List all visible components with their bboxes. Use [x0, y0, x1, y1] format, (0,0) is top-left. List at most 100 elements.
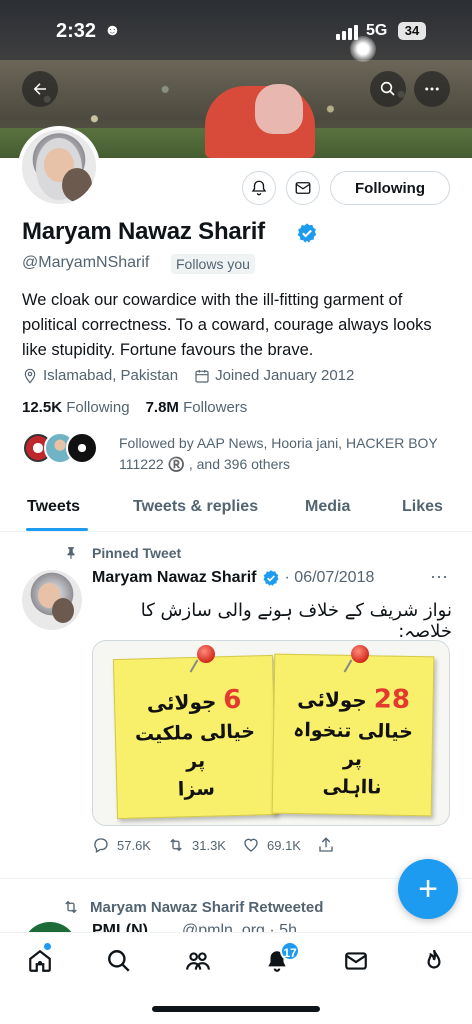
profile-handle: @MaryamNSharif	[22, 254, 150, 271]
heart-icon	[244, 838, 258, 852]
tweet-avatar[interactable]	[22, 570, 82, 630]
pin-icon	[67, 547, 75, 559]
battery-icon: 34	[398, 22, 426, 40]
home-unread-dot	[44, 943, 51, 950]
pushpin-icon	[351, 645, 369, 663]
note-left-date: جولائی	[146, 689, 217, 716]
flame-icon	[427, 949, 441, 969]
signal-icon	[336, 24, 358, 40]
following-link[interactable]: 12.5K Following	[22, 399, 130, 416]
nav-search[interactable]	[105, 947, 133, 975]
followers-you-know-avatars[interactable]	[22, 432, 98, 464]
tweet-more-icon[interactable]: ···	[430, 566, 448, 587]
back-button[interactable]	[22, 71, 58, 107]
tweet-media-image[interactable]: 6 جولائی خیالی ملکیت پر سزا 28 جولائی خی…	[92, 640, 450, 826]
nav-messages[interactable]	[342, 947, 370, 975]
profile-name: Maryam Nawaz Sharif	[22, 218, 265, 245]
location-pin-icon	[24, 368, 36, 384]
more-options-button[interactable]	[414, 71, 450, 107]
like-count: 69.1K	[267, 837, 301, 853]
following-button[interactable]: Following	[330, 171, 450, 205]
tweet-text: نواز شریف کے خلاف ہونے والی سازش کا خلاص…	[140, 600, 452, 642]
tweet-actions: 57.6K 31.3K 69.1K	[92, 836, 392, 854]
more-dots-icon	[425, 87, 439, 91]
retweet-button[interactable]: 31.3K	[167, 836, 242, 854]
followers-link[interactable]: 7.8M Followers	[146, 399, 248, 416]
joined-item: Joined January 2012	[194, 367, 354, 384]
tweet-date[interactable]: · 06/07/2018	[285, 569, 375, 587]
retweeted-row: Maryam Nawaz Sharif Retweeted	[62, 898, 323, 916]
retweet-icon	[65, 900, 77, 914]
bell-plus-icon	[251, 180, 267, 196]
share-button[interactable]	[317, 836, 392, 854]
nav-spaces[interactable]	[420, 947, 448, 975]
notifications-toggle-button[interactable]	[242, 171, 276, 205]
reply-count: 57.6K	[117, 837, 151, 853]
active-tab-indicator	[26, 528, 88, 531]
joined-label: Joined January 2012	[215, 367, 355, 384]
tab-media[interactable]: Media	[305, 498, 350, 516]
profile-avatar[interactable]	[18, 126, 100, 208]
profile-meta: Islamabad, Pakistan Joined January 2012	[22, 367, 364, 384]
verified-badge-icon[interactable]	[296, 222, 318, 244]
note-right-line1: خیالی تنخواہ	[293, 718, 414, 744]
avatar	[66, 432, 98, 464]
sticky-note-left: 6 جولائی خیالی ملکیت پر سزا	[112, 654, 278, 820]
retweet-icon	[170, 838, 182, 852]
tab-tweets[interactable]: Tweets	[27, 498, 80, 516]
arrow-left-icon	[33, 83, 46, 95]
note-right-line2: پر	[342, 747, 363, 771]
nav-communities[interactable]	[184, 947, 212, 975]
tweet-author[interactable]: Maryam Nawaz Sharif	[92, 569, 257, 587]
message-button[interactable]	[286, 171, 320, 205]
status-bar: 2:32 ☻ 5G 34	[0, 0, 472, 54]
share-icon	[319, 837, 333, 852]
tweet-header: Maryam Nawaz Sharif · 06/07/2018	[92, 569, 374, 587]
note-right-line3: نااہلی	[322, 775, 382, 799]
search-button[interactable]	[370, 71, 406, 107]
search-icon	[380, 81, 395, 96]
calendar-icon	[195, 369, 209, 383]
location-label: Islamabad, Pakistan	[43, 367, 179, 384]
following-count: 12.5K	[22, 399, 63, 416]
notifications-badge: 17	[280, 941, 300, 961]
envelope-icon	[345, 952, 367, 970]
followers-label: Followers	[183, 399, 248, 416]
compose-tweet-button[interactable]: +	[398, 859, 458, 919]
profile-tabs: Tweets Tweets & replies Media Likes	[0, 490, 472, 532]
note-left-line1: خیالی ملکیت	[134, 720, 256, 746]
plus-icon: +	[418, 869, 438, 908]
home-indicator	[152, 1006, 320, 1012]
banner-speaker-head	[255, 84, 303, 134]
verified-badge-icon	[262, 570, 279, 586]
reply-button[interactable]: 57.6K	[92, 836, 167, 854]
pinned-label: Pinned Tweet	[92, 545, 182, 561]
following-label: Following	[66, 399, 130, 416]
status-face-icon: ☻	[104, 22, 121, 39]
followers-count: 7.8M	[145, 399, 179, 416]
search-icon	[108, 950, 130, 972]
tab-tweets-replies[interactable]: Tweets & replies	[133, 498, 258, 516]
note-left-line3: سزا	[177, 777, 216, 801]
network-label: 5G	[366, 22, 388, 39]
profile-bio: We cloak our cowardice with the ill-fitt…	[22, 291, 432, 359]
follows-you-badge: Follows you	[171, 254, 255, 274]
note-left-line2: پر	[185, 749, 206, 773]
followed-by-text[interactable]: Followed by AAP News, Hooria jani, HACKE…	[119, 433, 439, 475]
pushpin-icon	[197, 645, 215, 663]
reply-icon	[94, 838, 108, 853]
note-left-num: 6	[222, 684, 242, 716]
pinned-label-row: Pinned Tweet	[64, 545, 181, 561]
follow-counts: 12.5K Following 7.8M Followers	[22, 399, 247, 416]
people-icon	[186, 952, 210, 970]
like-button[interactable]: 69.1K	[242, 836, 317, 854]
tab-likes[interactable]: Likes	[402, 498, 443, 516]
status-time: 2:32	[56, 20, 97, 42]
location-item: Islamabad, Pakistan	[22, 367, 178, 384]
home-icon	[29, 949, 51, 972]
nav-home[interactable]	[26, 947, 54, 975]
sticky-note-right: 28 جولائی خیالی تنخواہ پر نااہلی	[271, 653, 435, 817]
note-right-date: جولائی	[297, 687, 368, 713]
retweet-count: 31.3K	[192, 837, 226, 853]
retweeted-label: Maryam Nawaz Sharif Retweeted	[90, 898, 324, 916]
